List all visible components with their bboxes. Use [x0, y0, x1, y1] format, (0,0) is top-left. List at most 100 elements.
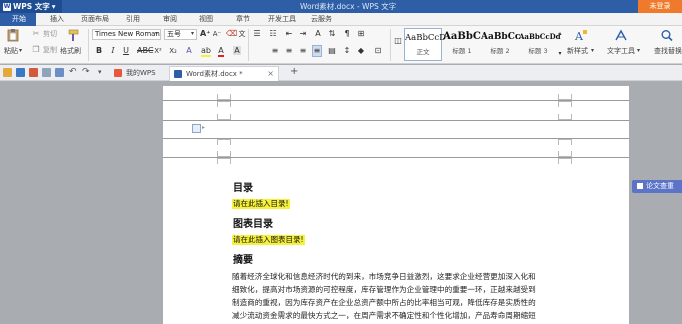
style-name: 标题 3 — [528, 47, 548, 55]
paper-check-icon — [637, 183, 643, 189]
new-tab-button[interactable]: + — [290, 67, 298, 77]
margin-mark — [558, 94, 572, 100]
table-icon[interactable]: ⊞ — [356, 29, 366, 39]
close-icon[interactable]: × — [267, 67, 274, 81]
shrink-font-icon[interactable]: A⁻ — [212, 29, 222, 39]
divider — [390, 29, 391, 61]
login-button[interactable]: 未登录 — [638, 0, 682, 13]
style-heading-2[interactable]: AaBbCc 标题 2 — [481, 28, 521, 61]
paragraph-settings-icon[interactable]: ◫ — [393, 36, 403, 46]
shading-icon[interactable]: ◆ — [356, 46, 366, 56]
style-heading-3[interactable]: AaBbCcDd 标题 3 — [519, 28, 561, 61]
abstract-paragraph[interactable]: 随着经济全球化和信息经济时代的到来，市场竞争日益激烈，这要求企业经营更加深入化和… — [232, 270, 562, 322]
tab-home[interactable]: 开始 — [0, 13, 36, 26]
strikethrough-icon[interactable]: ABC — [137, 46, 153, 56]
print-icon[interactable] — [42, 68, 51, 77]
margin-mark — [558, 139, 572, 145]
clear-format-icon[interactable]: ⌫ — [226, 29, 237, 39]
tab-review[interactable]: 审阅 — [163, 13, 177, 26]
chevron-down-icon: ▾ — [155, 30, 159, 37]
figures-heading: 图表目录 — [233, 219, 273, 230]
border-icon[interactable]: ⊡ — [373, 46, 383, 56]
sort-icon[interactable]: ⇅ — [327, 29, 337, 39]
align-right-icon[interactable]: ≡ — [298, 46, 308, 56]
tab-insert[interactable]: 插入 — [50, 13, 64, 26]
tab-view[interactable]: 视图 — [199, 13, 213, 26]
menu-tab-bar: 开始 插入 页面布局 引用 审阅 视图 章节 开发工具 云服务 — [0, 13, 682, 26]
margin-mark — [217, 114, 231, 120]
abstract-heading: 摘要 — [233, 255, 253, 266]
chevron-down-icon: ▾ — [637, 47, 641, 54]
margin-mark — [217, 139, 231, 145]
figures-placeholder[interactable]: 请在此插入图表目录! — [232, 235, 305, 245]
paper-check-button[interactable]: 论文查重 — [632, 180, 682, 193]
abstract-line: 减少流动资金需求的最快方式之一，在周产需求不确定性和个性化增加，产品寿命周期缩短 — [232, 311, 536, 320]
abstract-line: 随着经济全球化和信息经济时代的到来，市场竞争日益激烈，这要求企业经营更加深入化和 — [232, 272, 536, 281]
print-preview-icon[interactable] — [55, 68, 64, 77]
save-icon[interactable] — [16, 68, 25, 77]
char-shading-icon[interactable]: A — [232, 46, 242, 56]
subscript-icon[interactable]: X₂ — [168, 46, 178, 56]
superscript-icon[interactable]: X² — [153, 46, 163, 56]
style-name: 正文 — [416, 48, 430, 56]
grow-font-icon[interactable]: A⁺ — [200, 29, 210, 39]
chevron-down-icon[interactable]: ▸ — [202, 124, 205, 131]
style-preview: AaBbCcDd — [519, 32, 561, 41]
highlight-icon[interactable]: ab — [201, 46, 211, 57]
bullets-icon[interactable]: ☰ — [252, 29, 262, 39]
margin-mark — [558, 158, 572, 164]
divider — [248, 29, 249, 61]
document-icon — [174, 70, 182, 78]
search-icon — [661, 30, 673, 42]
align-center-icon[interactable]: ≡ — [284, 46, 294, 56]
tab-references[interactable]: 引用 — [126, 13, 140, 26]
justify-icon[interactable]: ≡ — [312, 45, 322, 57]
numbering-icon[interactable]: ☷ — [268, 29, 278, 39]
scroll-up-icon[interactable]: ▴ — [555, 29, 565, 39]
chevron-down-icon: ▾ — [19, 47, 23, 54]
paste-label: 粘贴 — [4, 47, 18, 55]
text-effect-icon[interactable]: A — [184, 46, 194, 56]
undo-icon[interactable]: ↶ — [69, 68, 78, 77]
chevron-down-icon: ▾ — [591, 47, 595, 54]
layout-options-icon[interactable] — [192, 124, 201, 133]
app-menu-button[interactable]: W WPS 文字 ▾ — [0, 0, 62, 13]
tab-label: 我的WPS — [126, 69, 156, 77]
toc-placeholder[interactable]: 请在此插入目录! — [232, 199, 290, 209]
margin-mark — [217, 94, 231, 100]
pinyin-icon[interactable]: 文 — [237, 29, 247, 39]
find-replace-label: 查找替换 — [654, 47, 682, 55]
style-normal[interactable]: AaBbCcD 正文 — [404, 28, 446, 61]
chevron-down-icon[interactable]: ▾ — [98, 68, 107, 77]
format-painter-label: 格式刷 — [60, 47, 81, 55]
scroll-down-icon[interactable]: ▾ — [555, 49, 565, 59]
redo-icon[interactable]: ↷ — [82, 68, 91, 77]
open-folder-icon[interactable] — [3, 68, 12, 77]
export-pdf-icon[interactable] — [29, 68, 38, 77]
tab-chapter[interactable]: 章节 — [236, 13, 250, 26]
italic-icon[interactable]: I — [108, 46, 118, 56]
page-break-line — [163, 120, 629, 121]
tab-my-wps[interactable]: 我的WPS — [110, 66, 166, 81]
style-preview: AaBbCc — [481, 32, 521, 42]
title-bar: W WPS 文字 ▾ Word素材.docx - WPS 文字 未登录 — [0, 0, 682, 13]
underline-icon[interactable]: U — [121, 46, 131, 56]
align-left-icon[interactable]: ≡ — [270, 46, 280, 56]
increase-indent-icon[interactable]: ⇥ — [298, 29, 308, 39]
bold-icon[interactable]: B — [94, 46, 104, 56]
show-marks-icon[interactable]: ¶ — [342, 29, 352, 39]
font-color-icon[interactable]: A — [216, 46, 226, 57]
tab-page-layout[interactable]: 页面布局 — [81, 13, 109, 26]
distributed-icon[interactable]: ▤ — [327, 46, 337, 56]
line-spacing-icon[interactable]: ↕ — [342, 46, 352, 56]
tab-developer[interactable]: 开发工具 — [268, 13, 296, 26]
chinese-layout-icon[interactable]: A — [313, 29, 323, 39]
font-name-select[interactable]: Times New Roman — [92, 29, 161, 40]
decrease-indent-icon[interactable]: ⇤ — [284, 29, 294, 39]
style-heading-1[interactable]: AaBbC 标题 1 — [443, 28, 481, 61]
tab-cloud[interactable]: 云服务 — [311, 13, 332, 26]
new-style-icon: A — [574, 30, 587, 42]
chevron-down-icon: ▾ — [51, 2, 56, 11]
tab-document[interactable]: Word素材.docx * × — [169, 66, 279, 81]
text-tools-label: 文字工具 — [607, 47, 635, 55]
